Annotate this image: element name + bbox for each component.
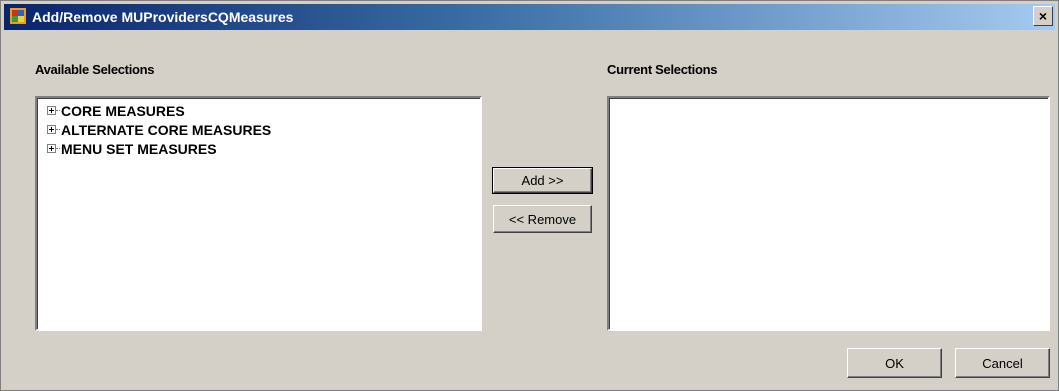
- remove-button[interactable]: << Remove: [493, 205, 592, 233]
- close-icon: ×: [1038, 8, 1048, 24]
- title-bar[interactable]: Add/Remove MUProvidersCQMeasures ×: [4, 4, 1055, 30]
- cancel-button-label: Cancel: [982, 355, 1023, 371]
- available-selections-label: Available Selections: [35, 62, 155, 77]
- tree-item-label: MENU SET MEASURES: [61, 141, 217, 157]
- plus-expander-icon[interactable]: [47, 106, 56, 115]
- plus-expander-icon[interactable]: [47, 125, 56, 134]
- add-button[interactable]: Add >>: [492, 167, 593, 194]
- add-button-label: Add >>: [521, 173, 564, 188]
- ok-button[interactable]: OK: [847, 348, 942, 378]
- tree-item-label: CORE MEASURES: [61, 103, 185, 119]
- current-selections-label: Current Selections: [607, 62, 718, 77]
- tree-connector: [56, 110, 60, 111]
- cancel-button[interactable]: Cancel: [955, 348, 1050, 378]
- remove-button-label: << Remove: [508, 211, 577, 227]
- dialog-window: Add/Remove MUProvidersCQMeasures × Avail…: [0, 0, 1059, 391]
- plus-expander-icon[interactable]: [47, 144, 56, 153]
- available-selections-tree[interactable]: CORE MEASURES ALTERNATE CORE MEASURES ME…: [35, 96, 482, 331]
- app-icon: [10, 8, 26, 24]
- close-button[interactable]: ×: [1033, 6, 1053, 26]
- current-selections-list[interactable]: [607, 96, 1050, 331]
- tree-connector: [56, 129, 60, 130]
- tree-connector: [56, 148, 60, 149]
- tree-item-label: ALTERNATE CORE MEASURES: [61, 122, 272, 138]
- ok-button-label: OK: [885, 355, 904, 371]
- window-title: Add/Remove MUProvidersCQMeasures: [32, 9, 294, 25]
